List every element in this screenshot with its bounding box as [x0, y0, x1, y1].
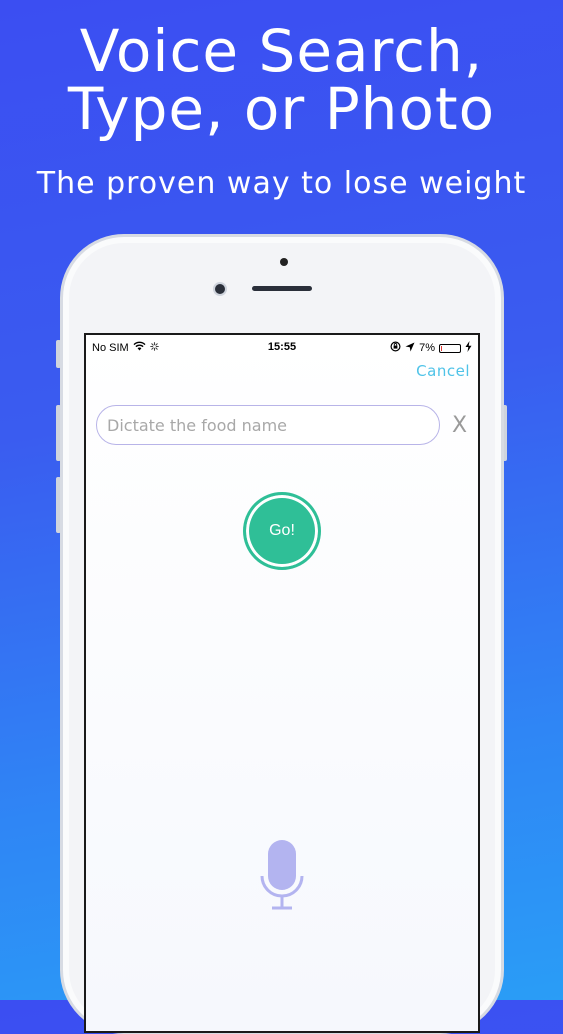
- front-camera: [213, 282, 227, 296]
- earpiece-speaker: [252, 286, 312, 291]
- microphone-icon[interactable]: [260, 840, 304, 917]
- orientation-lock-icon: [390, 341, 401, 355]
- battery-level-fill: [441, 345, 442, 351]
- go-button[interactable]: Go!: [243, 492, 321, 570]
- clear-search-button[interactable]: X: [452, 413, 467, 438]
- status-bar: No SIM 15:55 7%: [86, 341, 478, 359]
- cancel-button[interactable]: Cancel: [416, 362, 470, 380]
- headline-line-2: Type, or Photo: [67, 75, 496, 143]
- food-search-input[interactable]: [96, 405, 440, 445]
- promo-subheadline: The proven way to lose weight: [36, 166, 527, 201]
- headline-line-1: Voice Search,: [79, 17, 484, 85]
- location-arrow-icon: [405, 342, 415, 355]
- battery-icon: [439, 343, 461, 353]
- go-button-label: Go!: [269, 522, 295, 539]
- charging-bolt-icon: [465, 341, 472, 355]
- battery-percent: 7%: [419, 342, 435, 354]
- phone-screen: No SIM 15:55 7% Cancel Dictate the food …: [84, 333, 480, 1033]
- promo-headline: Voice Search, Type, or Photo: [0, 22, 563, 138]
- front-sensor: [280, 258, 288, 266]
